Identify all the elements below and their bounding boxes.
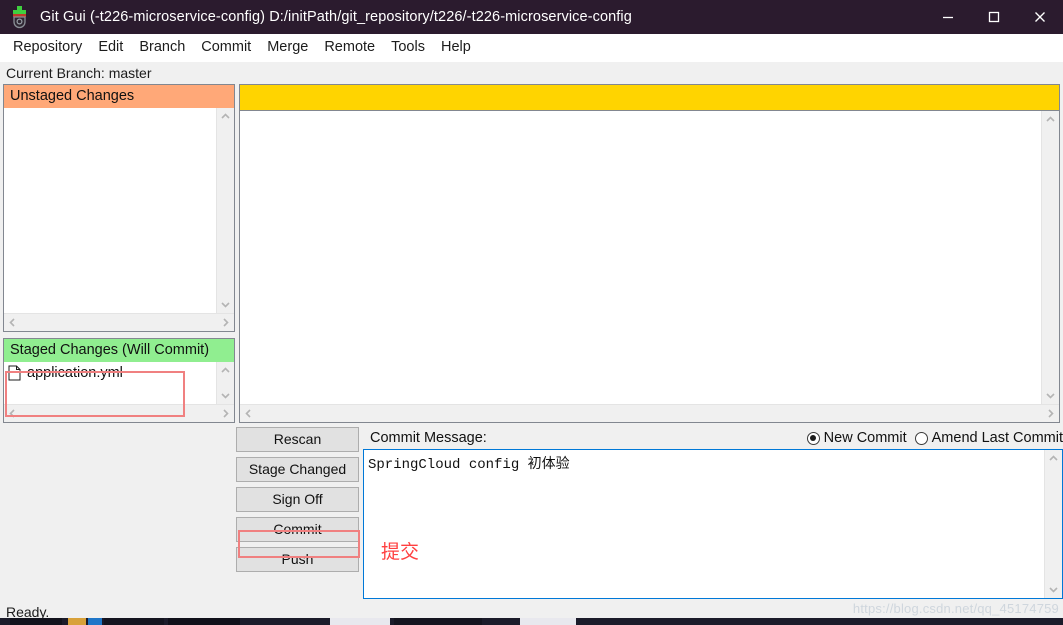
- menu-bar: Repository Edit Branch Commit Merge Remo…: [0, 34, 1063, 62]
- commit-message-toolbar: Commit Message: New Commit Amend Last Co…: [363, 427, 1063, 449]
- diff-column: [239, 84, 1060, 423]
- window-title: Git Gui (-t226-microservice-config) D:/i…: [40, 9, 632, 25]
- commit-message-label: Commit Message:: [370, 430, 487, 446]
- chevron-up-icon[interactable]: [217, 362, 234, 379]
- file-lists-column: Unstaged Changes Staged Changes (Will Co…: [3, 84, 235, 423]
- taskbar-item: [88, 618, 102, 625]
- staged-changes-header: Staged Changes (Will Commit): [4, 339, 234, 362]
- menu-item-merge[interactable]: Merge: [259, 37, 316, 58]
- staged-file-list[interactable]: application.yml: [4, 362, 216, 404]
- menu-item-repository[interactable]: Repository: [5, 37, 90, 58]
- menu-item-edit[interactable]: Edit: [90, 37, 131, 58]
- radio-amend-last-commit[interactable]: Amend Last Commit: [914, 430, 1063, 446]
- chevron-up-icon[interactable]: [217, 108, 234, 125]
- menu-item-help[interactable]: Help: [433, 37, 479, 58]
- staged-file-name: application.yml: [27, 365, 123, 381]
- git-gui-window: Git Gui (-t226-microservice-config) D:/i…: [0, 0, 1063, 625]
- minimize-icon[interactable]: [925, 0, 971, 34]
- menu-item-commit[interactable]: Commit: [193, 37, 259, 58]
- unstaged-changes-pane: Unstaged Changes: [3, 84, 235, 332]
- watermark: https://blog.csdn.net/qq_45174759: [852, 601, 1059, 616]
- chevron-left-icon[interactable]: [4, 314, 21, 331]
- git-gui-icon: [7, 4, 33, 30]
- chevron-right-icon[interactable]: [217, 314, 234, 331]
- title-bar: Git Gui (-t226-microservice-config) D:/i…: [0, 0, 1063, 34]
- commit-mode-radios: New Commit Amend Last Commit: [806, 430, 1063, 446]
- chevron-left-icon[interactable]: [240, 405, 257, 422]
- menu-item-branch[interactable]: Branch: [131, 37, 193, 58]
- diff-viewer-pane: [239, 110, 1060, 423]
- chevron-up-icon[interactable]: [1042, 111, 1059, 128]
- commit-area: Rescan Stage Changed Sign Off Commit Pus…: [0, 427, 1063, 599]
- commit-button[interactable]: Commit: [236, 517, 359, 542]
- main-area: Unstaged Changes Staged Changes (Will Co…: [0, 84, 1063, 423]
- push-button[interactable]: Push: [236, 547, 359, 572]
- chevron-right-icon[interactable]: [1042, 405, 1059, 422]
- action-buttons: Rescan Stage Changed Sign Off Commit Pus…: [236, 427, 359, 599]
- diff-horizontal-scrollbar[interactable]: [240, 404, 1059, 422]
- staged-vertical-scrollbar[interactable]: [216, 362, 234, 404]
- current-branch: Current Branch: master: [0, 62, 1063, 84]
- chevron-down-icon[interactable]: [1045, 581, 1062, 598]
- maximize-icon[interactable]: [971, 0, 1017, 34]
- staged-changes-pane: Staged Changes (Will Commit) application…: [3, 338, 235, 423]
- diff-viewer-body: [240, 111, 1059, 404]
- window-controls: [925, 0, 1063, 34]
- close-icon[interactable]: [1017, 0, 1063, 34]
- diff-file-header-strip: [239, 84, 1060, 110]
- stage-changed-button[interactable]: Stage Changed: [236, 457, 359, 482]
- commit-message-text[interactable]: SpringCloud config 初体验: [364, 450, 1044, 598]
- unstaged-file-list[interactable]: [4, 108, 216, 313]
- taskbar-item: [394, 618, 482, 625]
- taskbar-item: [330, 618, 390, 625]
- staged-changes-body: application.yml: [4, 362, 234, 404]
- menu-item-tools[interactable]: Tools: [383, 37, 433, 58]
- chevron-up-icon[interactable]: [1045, 450, 1062, 467]
- taskbar-item: [520, 618, 576, 625]
- chevron-right-icon[interactable]: [217, 405, 234, 422]
- chevron-left-icon[interactable]: [4, 405, 21, 422]
- chevron-down-icon[interactable]: [217, 387, 234, 404]
- commit-message-column: Commit Message: New Commit Amend Last Co…: [363, 427, 1063, 599]
- unstaged-vertical-scrollbar[interactable]: [216, 108, 234, 313]
- unstaged-changes-header: Unstaged Changes: [4, 85, 234, 108]
- list-item[interactable]: application.yml: [4, 362, 216, 384]
- menu-item-remote[interactable]: Remote: [316, 37, 383, 58]
- sign-off-button[interactable]: Sign Off: [236, 487, 359, 512]
- diff-vertical-scrollbar[interactable]: [1041, 111, 1059, 404]
- staged-horizontal-scrollbar[interactable]: [4, 404, 234, 422]
- commit-message-input[interactable]: SpringCloud config 初体验: [363, 449, 1063, 599]
- chevron-down-icon[interactable]: [1042, 387, 1059, 404]
- radio-new-commit[interactable]: New Commit: [806, 430, 907, 446]
- radio-new-commit-label: New Commit: [823, 430, 907, 446]
- taskbar-item: [10, 618, 62, 625]
- chevron-down-icon[interactable]: [217, 296, 234, 313]
- taskbar-strip: [0, 618, 1063, 625]
- taskbar-item: [168, 618, 240, 625]
- unstaged-horizontal-scrollbar[interactable]: [4, 313, 234, 331]
- diff-content[interactable]: [240, 111, 1041, 404]
- unstaged-changes-body: [4, 108, 234, 313]
- radio-new-commit-indicator[interactable]: [806, 431, 820, 445]
- radio-amend-last-commit-indicator[interactable]: [914, 431, 928, 445]
- rescan-button[interactable]: Rescan: [236, 427, 359, 452]
- file-icon: [8, 365, 21, 381]
- radio-amend-last-commit-label: Amend Last Commit: [931, 430, 1063, 446]
- annotation-text-commit: 提交: [381, 542, 420, 563]
- taskbar-item: [104, 618, 164, 625]
- taskbar-item: [68, 618, 86, 625]
- commit-message-scrollbar[interactable]: [1044, 450, 1062, 598]
